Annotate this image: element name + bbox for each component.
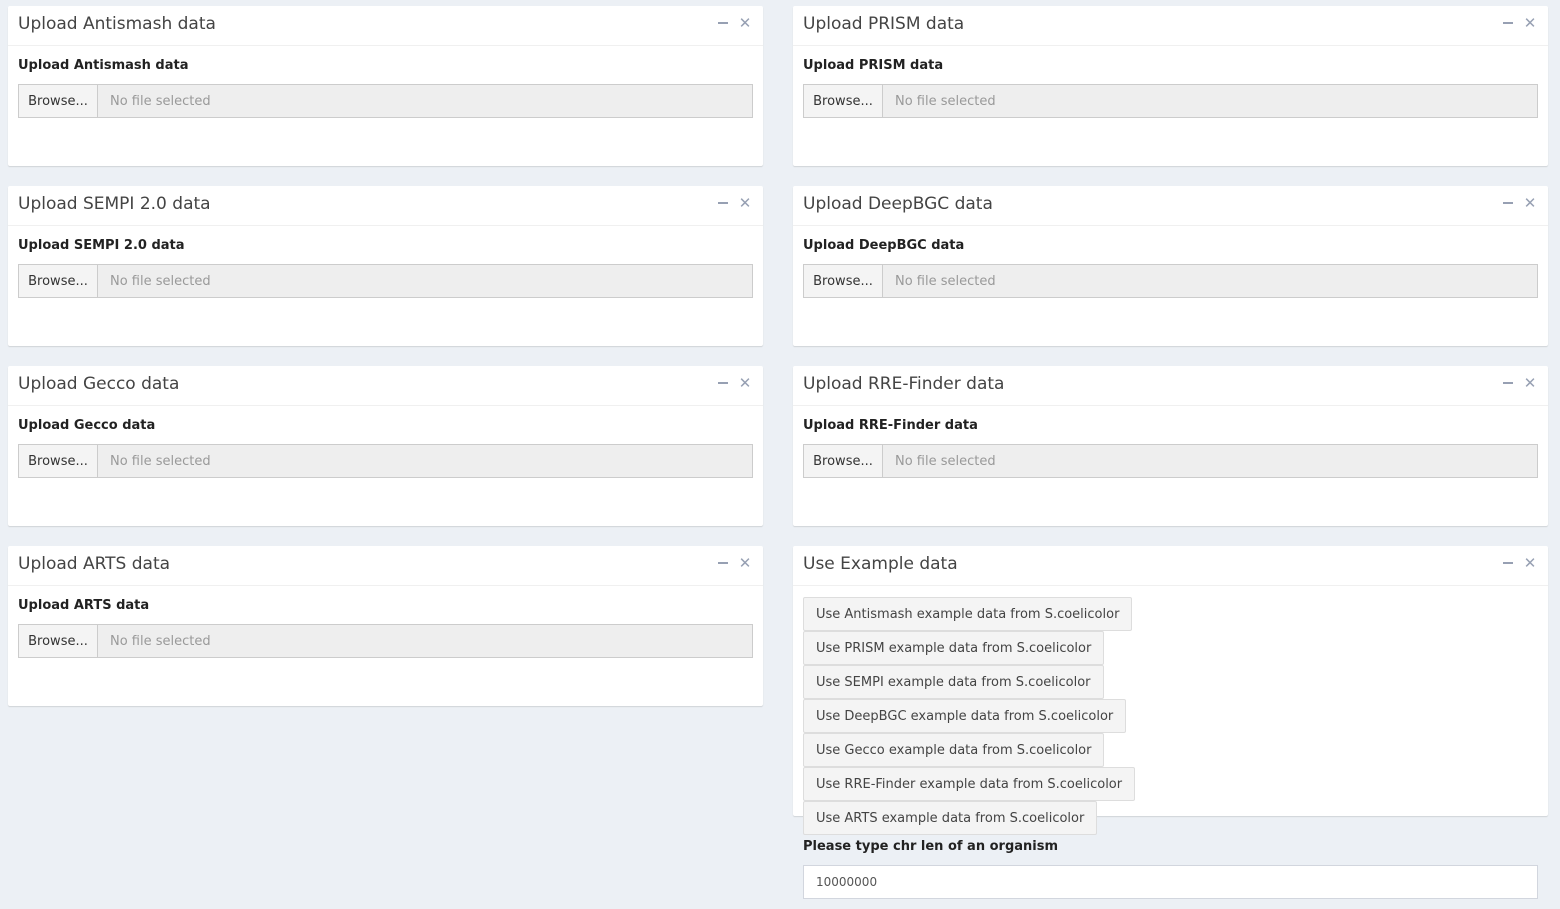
box-title: Upload SEMPI 2.0 data [18, 194, 211, 214]
browse-button[interactable]: Browse... [19, 625, 98, 657]
box-title: Upload RRE-Finder data [803, 374, 1005, 394]
chr-len-input[interactable] [803, 865, 1538, 899]
file-status: No file selected [98, 265, 752, 297]
minus-icon[interactable] [715, 374, 731, 392]
field-label: Upload SEMPI 2.0 data [18, 238, 185, 253]
browse-button[interactable]: Browse... [19, 445, 98, 477]
file-input-arts[interactable]: Browse... No file selected [18, 624, 753, 658]
file-input-rre-finder[interactable]: Browse... No file selected [803, 444, 1538, 478]
file-status: No file selected [98, 85, 752, 117]
minus-icon[interactable] [715, 194, 731, 212]
box-title: Upload DeepBGC data [803, 194, 993, 214]
close-icon[interactable]: ✕ [1522, 554, 1538, 572]
upload-box-prism: Upload PRISM data ✕ Upload PRISM data Br… [793, 6, 1548, 166]
close-icon[interactable]: ✕ [737, 554, 753, 572]
close-icon[interactable]: ✕ [737, 194, 753, 212]
field-label: Upload ARTS data [18, 598, 150, 613]
close-icon[interactable]: ✕ [1522, 14, 1538, 32]
box-tools: ✕ [1500, 14, 1538, 32]
box-header: Upload SEMPI 2.0 data ✕ [8, 186, 763, 226]
upload-box-gecco: Upload Gecco data ✕ Upload Gecco data Br… [8, 366, 763, 526]
field-label: Upload PRISM data [803, 58, 944, 73]
example-prism-button[interactable]: Use PRISM example data from S.coelicolor [803, 631, 1105, 665]
upload-box-sempi: Upload SEMPI 2.0 data ✕ Upload SEMPI 2.0… [8, 186, 763, 346]
file-input-gecco[interactable]: Browse... No file selected [18, 444, 753, 478]
minus-icon[interactable] [715, 554, 731, 572]
upload-box-rre-finder: Upload RRE-Finder data ✕ Upload RRE-Find… [793, 366, 1548, 526]
box-header: Upload PRISM data ✕ [793, 6, 1548, 46]
minus-icon[interactable] [1500, 374, 1516, 392]
box-tools: ✕ [715, 194, 753, 212]
field-label: Upload Antismash data [18, 58, 189, 73]
box-title: Upload Gecco data [18, 374, 180, 394]
box-header: Upload Antismash data ✕ [8, 6, 763, 46]
file-status: No file selected [98, 625, 752, 657]
example-gecco-button[interactable]: Use Gecco example data from S.coelicolor [803, 733, 1105, 767]
example-deepbgc-button[interactable]: Use DeepBGC example data from S.coelicol… [803, 699, 1127, 733]
box-header: Use Example data ✕ [793, 546, 1548, 586]
file-status: No file selected [98, 445, 752, 477]
example-rre-finder-button[interactable]: Use RRE-Finder example data from S.coeli… [803, 767, 1136, 801]
minus-icon[interactable] [1500, 554, 1516, 572]
upload-box-arts: Upload ARTS data ✕ Upload ARTS data Brow… [8, 546, 763, 706]
browse-button[interactable]: Browse... [804, 265, 883, 297]
box-tools: ✕ [715, 374, 753, 392]
example-sempi-button[interactable]: Use SEMPI example data from S.coelicolor [803, 665, 1104, 699]
example-arts-button[interactable]: Use ARTS example data from S.coelicolor [803, 801, 1098, 835]
browse-button[interactable]: Browse... [19, 85, 98, 117]
box-tools: ✕ [715, 14, 753, 32]
minus-icon[interactable] [1500, 14, 1516, 32]
file-status: No file selected [883, 265, 1537, 297]
chr-len-label: Please type chr len of an organism [803, 839, 1059, 854]
box-header: Upload RRE-Finder data ✕ [793, 366, 1548, 406]
close-icon[interactable]: ✕ [1522, 194, 1538, 212]
example-antismash-button[interactable]: Use Antismash example data from S.coelic… [803, 597, 1133, 631]
file-input-sempi[interactable]: Browse... No file selected [18, 264, 753, 298]
box-tools: ✕ [1500, 554, 1538, 572]
browse-button[interactable]: Browse... [804, 445, 883, 477]
close-icon[interactable]: ✕ [737, 14, 753, 32]
box-header: Upload Gecco data ✕ [8, 366, 763, 406]
file-input-antismash[interactable]: Browse... No file selected [18, 84, 753, 118]
box-tools: ✕ [1500, 194, 1538, 212]
browse-button[interactable]: Browse... [804, 85, 883, 117]
field-label: Upload Gecco data [18, 418, 156, 433]
file-input-deepbgc[interactable]: Browse... No file selected [803, 264, 1538, 298]
field-label: Upload RRE-Finder data [803, 418, 978, 433]
field-label: Upload DeepBGC data [803, 238, 965, 253]
upload-box-antismash: Upload Antismash data ✕ Upload Antismash… [8, 6, 763, 166]
box-header: Upload DeepBGC data ✕ [793, 186, 1548, 226]
file-status: No file selected [883, 445, 1537, 477]
box-title: Use Example data [803, 554, 958, 574]
close-icon[interactable]: ✕ [737, 374, 753, 392]
example-buttons: Use Antismash example data from S.coelic… [803, 597, 1403, 835]
minus-icon[interactable] [1500, 194, 1516, 212]
file-input-prism[interactable]: Browse... No file selected [803, 84, 1538, 118]
box-header: Upload ARTS data ✕ [8, 546, 763, 586]
box-title: Upload ARTS data [18, 554, 171, 574]
box-title: Upload Antismash data [18, 14, 216, 34]
browse-button[interactable]: Browse... [19, 265, 98, 297]
upload-box-deepbgc: Upload DeepBGC data ✕ Upload DeepBGC dat… [793, 186, 1548, 346]
close-icon[interactable]: ✕ [1522, 374, 1538, 392]
box-tools: ✕ [715, 554, 753, 572]
box-tools: ✕ [1500, 374, 1538, 392]
example-data-box: Use Example data ✕ Use Antismash example… [793, 546, 1548, 899]
box-title: Upload PRISM data [803, 14, 965, 34]
file-status: No file selected [883, 85, 1537, 117]
minus-icon[interactable] [715, 14, 731, 32]
